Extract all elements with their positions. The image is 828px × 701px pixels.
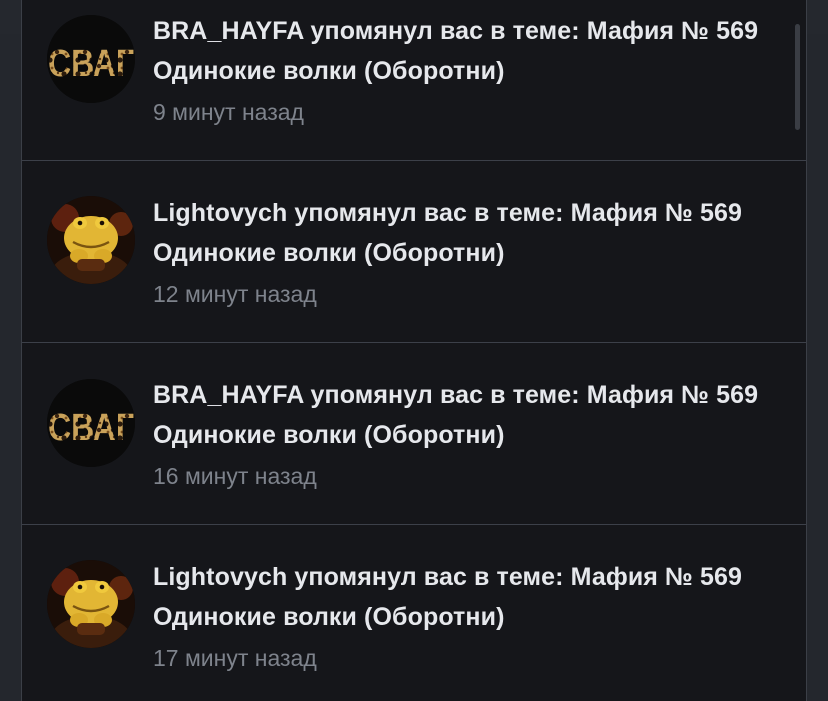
svag-avatar-icon[interactable]: СВАГ	[47, 379, 135, 467]
notification-item[interactable]: СВАГ BRA_HAYFA упомянул вас в теме: Мафи…	[22, 343, 806, 525]
notification-time: 9 минут назад	[153, 99, 304, 125]
notification-time: 16 минут назад	[153, 463, 317, 489]
notification-text[interactable]: Lightovych упомянул вас в теме: Мафия № …	[153, 557, 793, 637]
notification-text[interactable]: BRA_HAYFA упомянул вас в теме: Мафия № 5…	[153, 11, 793, 91]
toad-avatar-icon[interactable]	[47, 196, 135, 284]
notification-item[interactable]: Lightovych упомянул вас в теме: Мафия № …	[22, 161, 806, 343]
scrollbar[interactable]	[795, 24, 800, 130]
notification-item[interactable]: Lightovych упомянул вас в теме: Мафия № …	[22, 525, 806, 701]
notification-item[interactable]: СВАГ BRA_HAYFA упомянул вас в теме: Мафи…	[22, 0, 806, 161]
notification-text[interactable]: Lightovych упомянул вас в теме: Мафия № …	[153, 193, 793, 273]
svag-avatar-icon[interactable]: СВАГ	[47, 15, 135, 103]
notification-time: 17 минут назад	[153, 645, 317, 671]
notifications-panel: СВАГ BRA_HAYFA упомянул вас в теме: Мафи…	[21, 0, 807, 701]
svg-text:СВАГ: СВАГ	[48, 407, 134, 449]
notification-text[interactable]: BRA_HAYFA упомянул вас в теме: Мафия № 5…	[153, 375, 793, 455]
toad-avatar-icon[interactable]	[47, 560, 135, 648]
svg-text:СВАГ: СВАГ	[48, 43, 134, 85]
notification-time: 12 минут назад	[153, 281, 317, 307]
